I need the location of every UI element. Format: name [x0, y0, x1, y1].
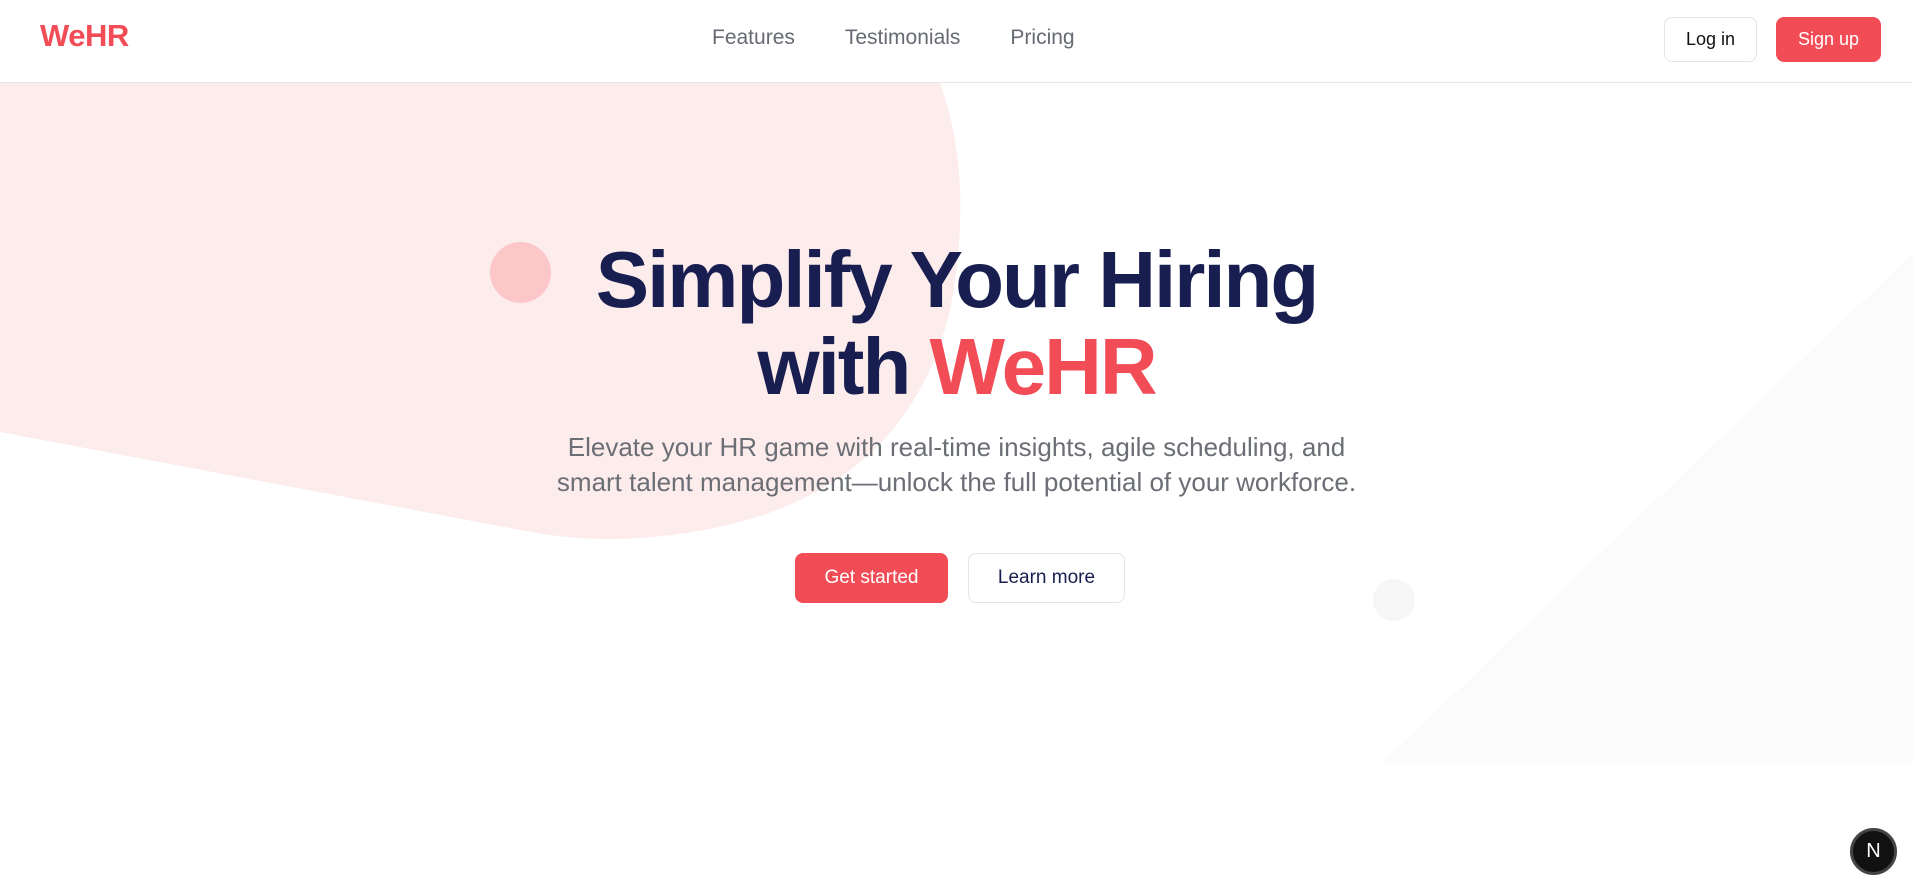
nav-link-testimonials[interactable]: Testimonials: [845, 26, 961, 50]
hero-subtitle: Elevate your HR game with real-time insi…: [0, 430, 1913, 500]
top-navbar: WeHR Features Testimonials Pricing Log i…: [0, 0, 1913, 83]
get-started-button[interactable]: Get started: [795, 553, 948, 603]
hero-title-line1: Simplify Your Hiring: [595, 235, 1320, 324]
nav-link-features[interactable]: Features: [712, 26, 795, 50]
hero-subtitle-line1: Elevate your HR game with real-time insi…: [567, 432, 1346, 462]
hero-subtitle-line2: smart talent management—unlock the full …: [556, 467, 1357, 497]
login-button[interactable]: Log in: [1664, 17, 1757, 62]
hero-title-line2-prefix: with: [757, 322, 930, 411]
learn-more-button[interactable]: Learn more: [968, 553, 1125, 603]
main-nav: Features Testimonials Pricing: [712, 26, 1075, 50]
hero-title-brand: WeHR: [929, 322, 1158, 411]
wehr-logo[interactable]: WeHR: [40, 18, 129, 54]
decorative-grey-dot: [1373, 579, 1415, 621]
hero-title: Simplify Your Hiring with WeHR: [0, 236, 1913, 410]
nav-link-pricing[interactable]: Pricing: [1010, 26, 1074, 50]
signup-button[interactable]: Sign up: [1776, 17, 1881, 62]
nextjs-dev-badge[interactable]: N: [1850, 828, 1897, 875]
landing-page: WeHR Features Testimonials Pricing Log i…: [0, 0, 1913, 882]
